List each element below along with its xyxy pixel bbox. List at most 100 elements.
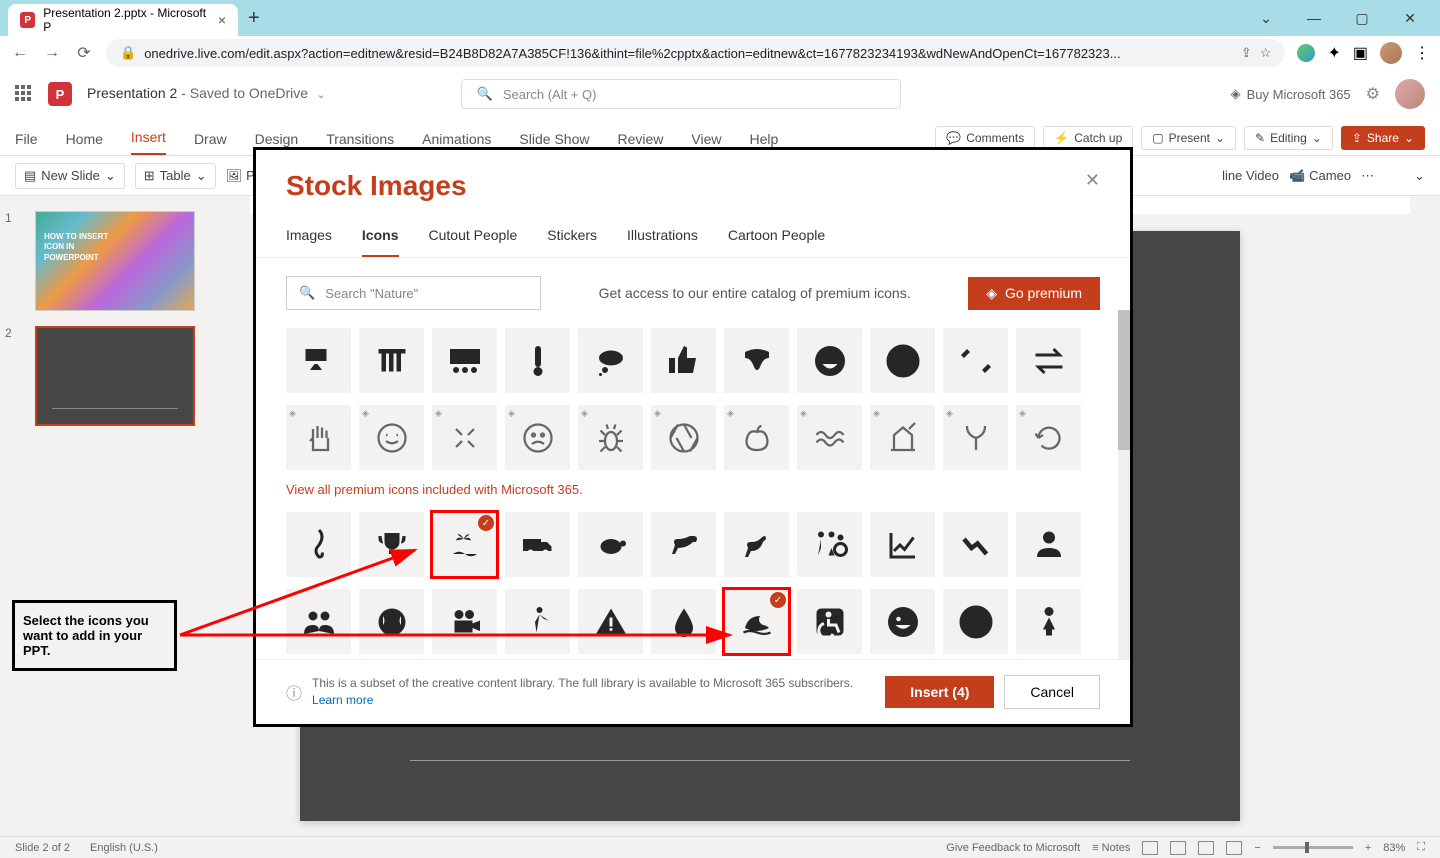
design-premium-icon[interactable]: ◈	[870, 405, 935, 470]
insert-button[interactable]: Insert (4)	[885, 676, 994, 708]
presentation-icon[interactable]	[286, 328, 351, 393]
thermometer-icon[interactable]	[505, 328, 570, 393]
close-icon[interactable]: ✕	[1390, 3, 1430, 33]
walking-icon[interactable]	[505, 589, 570, 654]
stress-premium-icon[interactable]: ◈	[432, 405, 497, 470]
chart-down-icon[interactable]	[943, 512, 1008, 577]
browser-avatar[interactable]	[1380, 42, 1402, 64]
trophy-icon[interactable]	[359, 512, 424, 577]
table-button[interactable]: ⊞Table⌄	[135, 163, 216, 189]
wave-icon[interactable]	[724, 589, 789, 654]
slide-thumbnail-2[interactable]: 2	[15, 326, 215, 426]
search-input[interactable]: 🔍 Search (Alt + Q)	[461, 79, 901, 109]
view-slideshow-icon[interactable]	[1226, 841, 1242, 855]
globe-face-icon[interactable]	[359, 589, 424, 654]
chevron-down-icon[interactable]: ⌄	[1414, 168, 1425, 184]
test-tubes-icon[interactable]	[359, 328, 424, 393]
zoom-slider[interactable]	[1273, 846, 1353, 849]
new-slide-button[interactable]: ▤New Slide⌄	[15, 163, 125, 189]
view-sorter-icon[interactable]	[1170, 841, 1186, 855]
menu-icon[interactable]: ⋮	[1414, 43, 1430, 63]
cameo-button[interactable]: 📹Cameo	[1289, 168, 1351, 184]
zoom-level[interactable]: 83%	[1383, 842, 1405, 854]
fit-icon[interactable]: ⛶	[1417, 841, 1425, 854]
star-icon[interactable]: ☆	[1260, 45, 1272, 61]
tab-illustrations[interactable]: Illustrations	[627, 227, 698, 257]
doc-title[interactable]: Presentation 2 - Saved to OneDrive ⌄	[87, 85, 326, 103]
feedback-link[interactable]: Give Feedback to Microsoft	[946, 842, 1080, 854]
online-video-button[interactable]: line Video	[1222, 168, 1279, 183]
share-url-icon[interactable]: ⇪	[1241, 45, 1252, 61]
extension-icon[interactable]	[1297, 44, 1315, 62]
tab-cartoon-people[interactable]: Cartoon People	[728, 227, 825, 257]
present-button[interactable]: ▢Present⌄	[1141, 126, 1236, 150]
laughing-emoji-icon[interactable]	[797, 328, 862, 393]
tools-icon[interactable]	[943, 328, 1008, 393]
accessibility-group-icon[interactable]	[797, 512, 862, 577]
share-button[interactable]: ⇪Share⌄	[1341, 126, 1425, 150]
reload-icon[interactable]: ⟳	[74, 43, 94, 63]
chevron-down-icon[interactable]: ⌄	[316, 89, 325, 101]
cancel-button[interactable]: Cancel	[1004, 675, 1100, 709]
dinosaur-icon[interactable]	[651, 512, 716, 577]
learn-more-link[interactable]: Learn more	[312, 693, 373, 707]
unicorn-icon[interactable]	[724, 512, 789, 577]
water-drop-icon[interactable]	[651, 589, 716, 654]
more-icon[interactable]: ⋯	[1361, 168, 1374, 184]
audience-icon[interactable]	[432, 328, 497, 393]
forward-icon[interactable]: →	[42, 44, 62, 62]
swap-arrows-icon[interactable]	[1016, 328, 1081, 393]
smile-premium-icon[interactable]: ◈	[359, 405, 424, 470]
person-icon[interactable]	[1016, 512, 1081, 577]
app-launcher-icon[interactable]	[15, 85, 33, 103]
wheelchair-icon[interactable]	[797, 589, 862, 654]
slide-thumbnail-1[interactable]: 1 HOW TO INSERT ICON IN POWERPOINT	[15, 211, 215, 311]
chart-up-icon[interactable]	[870, 512, 935, 577]
view-premium-link[interactable]: View all premium icons included with Mic…	[286, 482, 1100, 497]
bug-premium-icon[interactable]: ◈	[578, 405, 643, 470]
tab-images[interactable]: Images	[286, 227, 332, 257]
tab-draw[interactable]: Draw	[194, 131, 227, 155]
close-dialog-button[interactable]: ✕	[1085, 170, 1100, 191]
treble-clef-icon[interactable]	[286, 512, 351, 577]
tab-cutout-people[interactable]: Cutout People	[429, 227, 518, 257]
tongue-icon[interactable]	[724, 328, 789, 393]
user-avatar[interactable]	[1395, 79, 1425, 109]
gear-icon[interactable]: ⚙	[1366, 84, 1380, 104]
chevron-down-icon[interactable]: ⌄	[1246, 3, 1286, 33]
icon-grid[interactable]: ◈ ◈ ◈ ◈ ◈ ◈ ◈ ◈ ◈ ◈ ◈ View all premium i…	[256, 310, 1130, 659]
apple-premium-icon[interactable]: ◈	[724, 405, 789, 470]
view-reading-icon[interactable]	[1198, 841, 1214, 855]
view-normal-icon[interactable]	[1142, 841, 1158, 855]
go-premium-button[interactable]: ◈ Go premium	[968, 277, 1100, 310]
maximize-icon[interactable]: ▢	[1342, 3, 1382, 33]
hand-premium-icon[interactable]: ◈	[286, 405, 351, 470]
tab-stickers[interactable]: Stickers	[547, 227, 597, 257]
tab-file[interactable]: File	[15, 131, 38, 155]
wink-emoji-icon[interactable]	[870, 589, 935, 654]
zoom-in-button[interactable]: +	[1365, 842, 1371, 854]
thought-cloud-icon[interactable]	[578, 328, 643, 393]
tab-icons[interactable]: Icons	[362, 227, 399, 257]
url-input[interactable]: 🔒 onedrive.live.com/edit.aspx?action=edi…	[106, 39, 1285, 67]
editing-button[interactable]: ✎Editing⌄	[1244, 126, 1333, 150]
browser-tab[interactable]: P Presentation 2.pptx - Microsoft P ×	[8, 4, 238, 36]
silly-emoji-icon[interactable]	[870, 328, 935, 393]
sad-premium-icon[interactable]: ◈	[505, 405, 570, 470]
language-status[interactable]: English (U.S.)	[90, 842, 158, 854]
minimize-icon[interactable]: —	[1294, 3, 1334, 33]
truck-icon[interactable]	[505, 512, 570, 577]
wave-premium-icon[interactable]: ◈	[797, 405, 862, 470]
tab-insert[interactable]: Insert	[131, 129, 166, 155]
panel-icon[interactable]: ▣	[1353, 43, 1368, 63]
woman-icon[interactable]	[1016, 589, 1081, 654]
group-icon[interactable]	[286, 589, 351, 654]
cycle-premium-icon[interactable]: ◈	[1016, 405, 1081, 470]
wink-outline-emoji-icon[interactable]	[943, 589, 1008, 654]
film-camera-icon[interactable]	[432, 589, 497, 654]
warning-icon[interactable]	[578, 589, 643, 654]
icon-search-input[interactable]: 🔍 Search "Nature"	[286, 276, 541, 310]
close-tab-icon[interactable]: ×	[218, 12, 226, 28]
buy-microsoft-button[interactable]: ◈ Buy Microsoft 365	[1231, 86, 1351, 102]
tab-home[interactable]: Home	[66, 131, 103, 155]
